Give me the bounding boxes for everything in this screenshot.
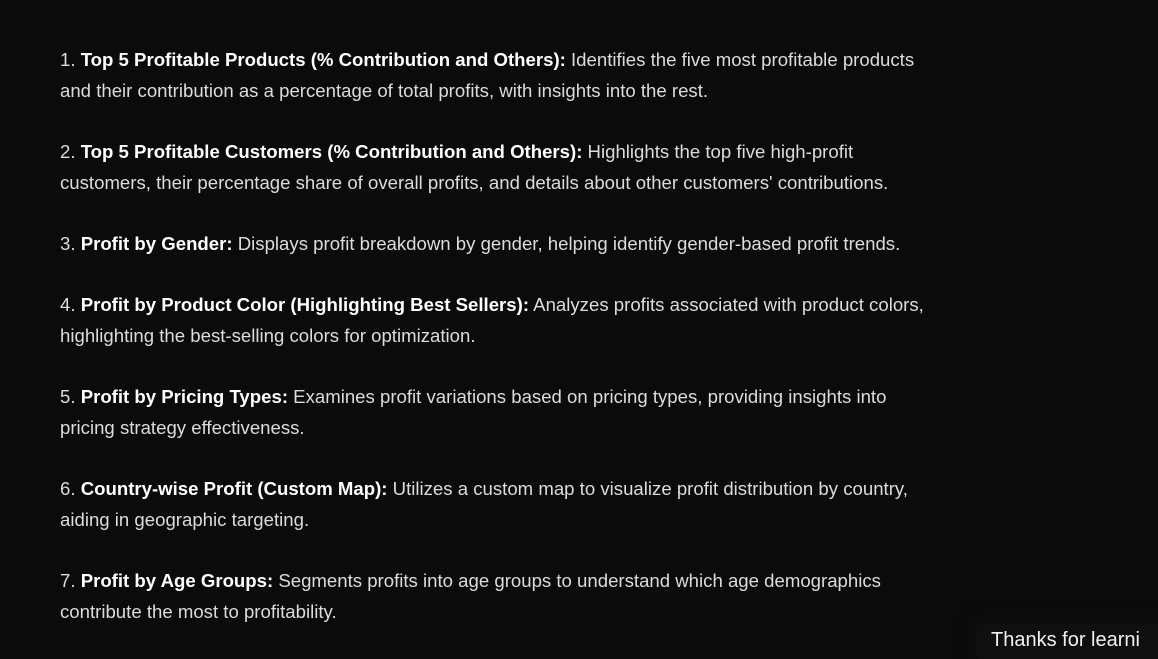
item-description-continued: customers, their percentage share of ove… bbox=[60, 172, 889, 193]
list-item: 3. Profit by Gender: Displays profit bre… bbox=[60, 228, 1150, 259]
list-item: 1. Top 5 Profitable Products (% Contribu… bbox=[60, 44, 1150, 106]
list-item-line: 4. Profit by Product Color (Highlighting… bbox=[60, 289, 1150, 320]
numbered-list: 1. Top 5 Profitable Products (% Contribu… bbox=[60, 44, 1150, 657]
item-number: 4. bbox=[60, 294, 76, 315]
item-description-continued: highlighting the best-selling colors for… bbox=[60, 325, 476, 346]
list-item: 4. Profit by Product Color (Highlighting… bbox=[60, 289, 1150, 351]
item-title: Profit by Product Color (Highlighting Be… bbox=[80, 294, 530, 315]
list-item: 6. Country-wise Profit (Custom Map): Uti… bbox=[60, 473, 1150, 535]
list-item-line: 1. Top 5 Profitable Products (% Contribu… bbox=[60, 44, 1150, 75]
item-number: 3. bbox=[60, 233, 76, 254]
item-title: Profit by Gender: bbox=[80, 233, 233, 254]
list-item-line: 3. Profit by Gender: Displays profit bre… bbox=[60, 228, 1150, 259]
list-item: 5. Profit by Pricing Types: Examines pro… bbox=[60, 381, 1150, 443]
list-item-line: 6. Country-wise Profit (Custom Map): Uti… bbox=[60, 473, 1150, 504]
item-description: Segments profits into age groups to unde… bbox=[273, 570, 881, 591]
item-title: Profit by Pricing Types: bbox=[80, 386, 289, 407]
item-description: Identifies the five most profitable prod… bbox=[565, 49, 915, 70]
item-number: 7. bbox=[60, 570, 76, 591]
item-number: 1. bbox=[60, 49, 76, 70]
item-number: 5. bbox=[60, 386, 76, 407]
list-item-line: 5. Profit by Pricing Types: Examines pro… bbox=[60, 381, 1150, 412]
list-item: 2. Top 5 Profitable Customers (% Contrib… bbox=[60, 136, 1150, 198]
item-description: Highlights the top five high-profit bbox=[582, 141, 854, 162]
item-title: Country-wise Profit (Custom Map): bbox=[80, 478, 388, 499]
list-item-line: 7. Profit by Age Groups: Segments profit… bbox=[60, 565, 1150, 596]
item-description: Displays profit breakdown by gender, hel… bbox=[232, 233, 901, 254]
item-description-continued: contribute the most to profitability. bbox=[60, 601, 337, 622]
caption-text: Thanks for learni bbox=[991, 629, 1140, 651]
item-description-continued: aiding in geographic targeting. bbox=[60, 509, 310, 530]
item-description: Utilizes a custom map to visualize profi… bbox=[387, 478, 908, 499]
item-title: Top 5 Profitable Products (% Contributio… bbox=[80, 49, 566, 70]
item-number: 6. bbox=[60, 478, 76, 499]
item-description: Examines profit variations based on pric… bbox=[288, 386, 887, 407]
list-item: 7. Profit by Age Groups: Segments profit… bbox=[60, 565, 1150, 627]
item-title: Top 5 Profitable Customers (% Contributi… bbox=[80, 141, 583, 162]
item-description-continued: pricing strategy effectiveness. bbox=[60, 417, 305, 438]
item-description: Analyzes profits associated with product… bbox=[529, 294, 924, 315]
item-number: 2. bbox=[60, 141, 76, 162]
item-title: Profit by Age Groups: bbox=[80, 570, 274, 591]
item-description-continued: and their contribution as a percentage o… bbox=[60, 80, 709, 101]
subtitle-caption: Thanks for learni bbox=[978, 624, 1158, 659]
list-item-line: 2. Top 5 Profitable Customers (% Contrib… bbox=[60, 136, 1150, 167]
